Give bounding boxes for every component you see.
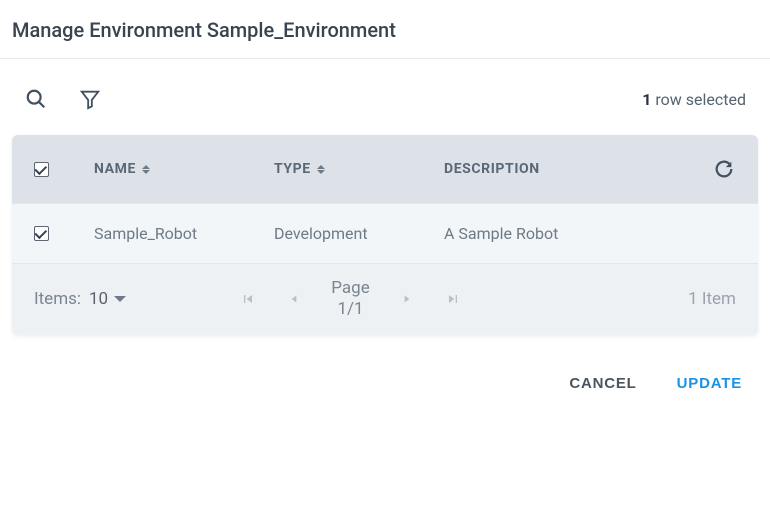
row-selected-label: 1 row selected xyxy=(642,90,746,109)
table-header: NAME TYPE DESCRIPTION xyxy=(12,135,758,203)
update-button[interactable]: UPDATE xyxy=(677,375,742,392)
column-header-name[interactable]: NAME xyxy=(94,161,150,177)
row-checkbox[interactable] xyxy=(34,226,49,241)
table-footer: Items: 10 Page 1/1 xyxy=(12,263,758,335)
items-per-page-dropdown[interactable]: 10 xyxy=(89,289,126,309)
page-label-top: Page xyxy=(331,278,369,299)
row-selected-count: 1 xyxy=(642,90,651,109)
items-per-page-value: 10 xyxy=(89,289,108,309)
chevron-down-icon xyxy=(114,296,126,302)
page-first-button[interactable] xyxy=(239,290,257,308)
column-header-name-label: NAME xyxy=(94,161,136,177)
column-header-type[interactable]: TYPE xyxy=(274,161,325,177)
page-indicator: Page 1/1 xyxy=(331,278,369,321)
search-icon[interactable] xyxy=(24,87,48,111)
page-last-button[interactable] xyxy=(444,290,462,308)
column-header-description: DESCRIPTION xyxy=(444,161,540,177)
row-selected-text: row selected xyxy=(655,90,746,109)
refresh-icon[interactable] xyxy=(712,157,736,181)
items-label: Items: xyxy=(34,289,81,309)
pagination: Page 1/1 xyxy=(239,278,461,321)
column-header-type-label: TYPE xyxy=(274,161,311,177)
table-row[interactable]: Sample_Robot Development A Sample Robot xyxy=(12,203,758,263)
filter-icon[interactable] xyxy=(78,87,102,111)
page-next-button[interactable] xyxy=(398,290,416,308)
page-prev-button[interactable] xyxy=(285,290,303,308)
select-all-checkbox[interactable] xyxy=(34,162,49,177)
page-title: Manage Environment Sample_Environment xyxy=(12,10,758,58)
sort-icon xyxy=(142,165,150,174)
toolbar: 1 row selected xyxy=(12,87,758,135)
divider xyxy=(0,58,770,59)
robots-table: NAME TYPE DESCRIPTION xyxy=(12,135,758,335)
cell-type: Development xyxy=(274,224,444,243)
cell-name: Sample_Robot xyxy=(94,224,274,243)
sort-icon xyxy=(317,165,325,174)
page-label-bottom: 1/1 xyxy=(331,299,369,320)
cell-description: A Sample Robot xyxy=(444,224,696,243)
dialog-actions: CANCEL UPDATE xyxy=(12,335,758,402)
item-count: 1 Item xyxy=(688,289,736,309)
cancel-button[interactable]: CANCEL xyxy=(569,375,636,392)
